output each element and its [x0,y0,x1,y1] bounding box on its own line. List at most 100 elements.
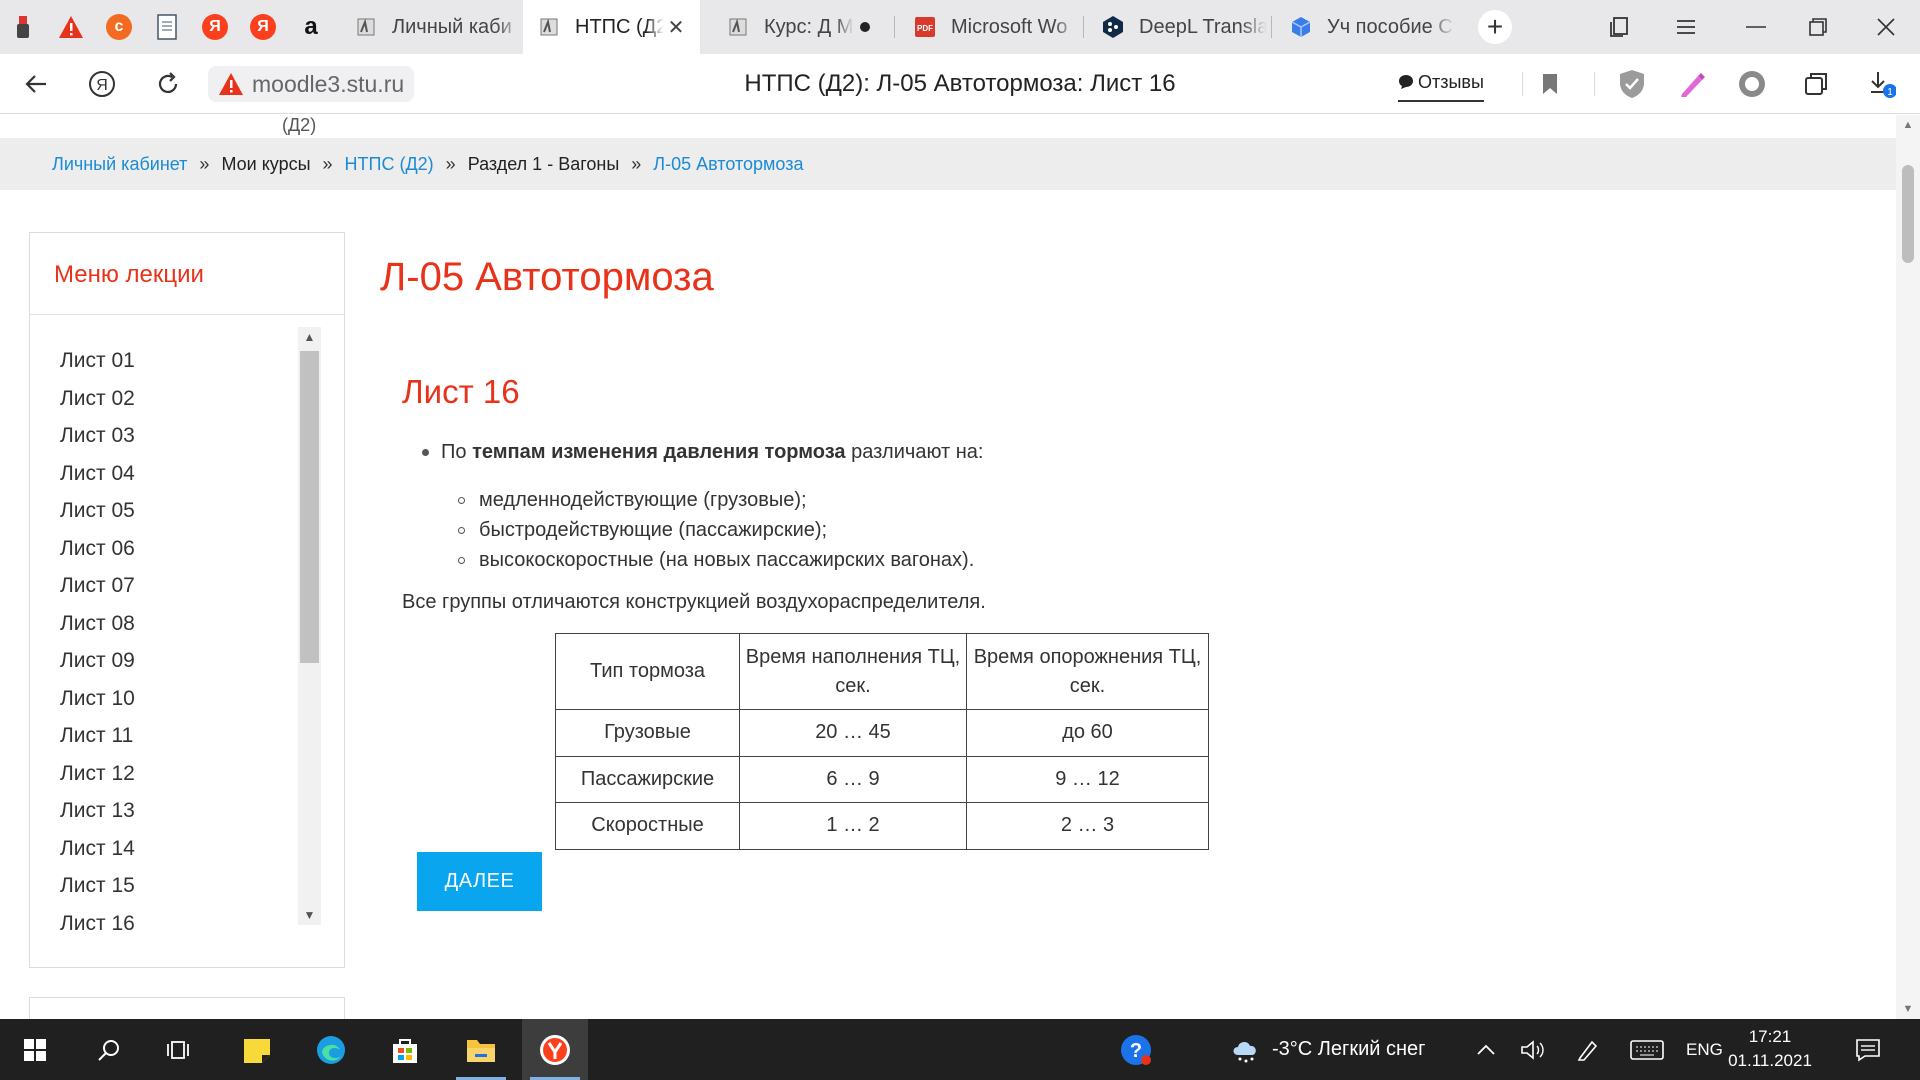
scroll-up-icon[interactable]: ▲ [1896,115,1920,135]
bullet-item: По темпам изменения давления тормоза раз… [420,441,983,464]
page-scrollbar[interactable]: ▲ ▼ [1896,115,1920,1019]
keyboard-icon[interactable] [1630,1019,1664,1080]
menu-item-list-15[interactable]: Лист 15 [60,874,300,912]
sticky-notes-icon[interactable] [224,1019,290,1080]
browser-tab-strip: c Я Я a Личный каби НТПС (Д2) ✕ Курс: Д … [0,0,1920,54]
menu-item-list-16[interactable]: Лист 16 [60,912,300,950]
back-icon[interactable] [16,64,56,104]
yandex-ya-icon[interactable]: Я [198,10,232,44]
breadcrumb-separator: » [445,153,456,174]
browser-toolbar: Я moodle3.stu.ru НТПС (Д2): Л-05 Автотор… [0,54,1920,114]
collections-icon[interactable] [1796,64,1836,104]
restore-icon[interactable] [1788,0,1848,54]
tab-collections-icon[interactable] [1590,0,1650,54]
table-cell: до 60 [966,709,1209,757]
chevron-up-icon[interactable] [1476,1019,1496,1080]
scroll-down-icon[interactable]: ▼ [298,905,321,925]
menu-scrollbar[interactable]: ▲ ▼ [298,327,321,925]
breadcrumb-item[interactable]: Личный кабинет [52,154,187,175]
minimize-icon[interactable] [1726,0,1786,54]
help-icon[interactable]: ? [1118,1019,1154,1080]
tab-kurs[interactable]: Курс: Д Ма [712,0,890,54]
yandex-ya-icon[interactable]: Я [246,10,280,44]
yandex-browser-icon[interactable] [522,1019,588,1080]
language-indicator[interactable]: ENG [1686,1019,1723,1080]
menu-item-list-07[interactable]: Лист 07 [60,574,300,612]
yandex-logo-icon[interactable]: Я [82,64,122,104]
next-button[interactable]: ДАЛЕЕ [417,852,542,911]
pen-workspace-icon[interactable] [1576,1019,1600,1080]
document-icon[interactable] [150,10,184,44]
windows-start-icon[interactable] [2,1019,68,1080]
tab-label: Курс: Д Ма [764,15,854,38]
pen-icon[interactable] [1672,64,1712,104]
unsaved-dot-icon [860,22,870,32]
volume-icon[interactable] [1520,1019,1546,1080]
breadcrumb-item[interactable]: Л-05 Автотормоза [653,154,803,175]
lesson-title: Л-05 Автотормоза [380,255,714,299]
menu-item-list-14[interactable]: Лист 14 [60,837,300,875]
page-heading: Лист 16 [402,373,520,410]
breadcrumb-item: Мои курсы [221,153,311,174]
amazon-icon[interactable]: a [294,10,328,44]
scroll-thumb[interactable] [300,351,319,663]
menu-item-list-12[interactable]: Лист 12 [60,762,300,800]
tab-deepl[interactable]: DeepL Transla [1087,0,1267,54]
reload-icon[interactable] [148,64,188,104]
menu-item-list-10[interactable]: Лист 10 [60,687,300,725]
tab-microsoft-word[interactable]: PDF Microsoft Wo [899,0,1079,54]
tab-ntps-d2[interactable]: НТПС (Д2) ✕ [523,0,700,54]
downloads-badge: 1 [1887,87,1893,98]
weather-text: -3°C Легкий снег [1272,1038,1426,1060]
search-icon[interactable] [76,1019,142,1080]
divider [30,314,344,315]
notifications-icon[interactable] [1855,1019,1881,1080]
speech-bubble-icon [1399,75,1413,89]
alice-icon[interactable] [1732,64,1772,104]
menu-item-list-03[interactable]: Лист 03 [60,424,300,462]
bookmark-icon[interactable] [1530,64,1570,104]
feedback-button[interactable]: Отзывы [1398,66,1484,102]
breadcrumb-item[interactable]: НТПС (Д2) [345,154,434,175]
protect-shield-icon[interactable] [1612,64,1652,104]
table-row: Скоростные 1 … 2 2 … 3 [555,802,1209,850]
bullet-text: различают на: [845,441,984,463]
scroll-down-icon[interactable]: ▼ [1896,999,1920,1019]
feedback-label: Отзывы [1418,71,1484,92]
tab-lichny-kabinet[interactable]: Личный каби [340,0,522,54]
menu-item-list-01[interactable]: Лист 01 [60,349,300,387]
table-cell: Грузовые [555,709,740,757]
downloads-icon[interactable]: 1 [1862,64,1902,104]
weather-widget[interactable]: -3°C Легкий снег [1230,1019,1425,1080]
menu-item-list-13[interactable]: Лист 13 [60,799,300,837]
menu-item-list-11[interactable]: Лист 11 [60,724,300,762]
menu-item-list-02[interactable]: Лист 02 [60,387,300,425]
breadcrumb-separator: » [322,153,333,174]
close-tab-icon[interactable]: ✕ [664,15,688,40]
task-view-icon[interactable] [146,1019,212,1080]
close-window-icon[interactable] [1856,0,1916,54]
warning-triangle-icon[interactable] [54,10,88,44]
clock[interactable]: 17:21 01.11.2021 [1720,1025,1820,1073]
menu-item-list-09[interactable]: Лист 09 [60,649,300,687]
orange-c-icon[interactable]: c [102,10,136,44]
scroll-thumb[interactable] [1902,165,1914,263]
edge-icon[interactable] [298,1019,364,1080]
tab-label: Уч пособие С [1327,15,1453,38]
tab-uch-posobie[interactable]: Уч пособие С [1275,0,1455,54]
menu-item-list-04[interactable]: Лист 04 [60,462,300,500]
store-icon[interactable] [372,1019,438,1080]
breadcrumb-separator: » [631,153,642,174]
scroll-up-icon[interactable]: ▲ [298,327,321,347]
file-explorer-icon[interactable] [448,1019,514,1080]
yandex-bar-icon[interactable] [6,10,40,44]
url-text: moodle3.stu.ru [252,70,405,97]
menu-icon[interactable] [1656,0,1716,54]
new-tab-button[interactable]: + [1478,10,1512,44]
address-bar[interactable]: moodle3.stu.ru [208,66,415,102]
menu-item-list-06[interactable]: Лист 06 [60,537,300,575]
menu-item-list-08[interactable]: Лист 08 [60,612,300,650]
sub-list: медленнодействующие (грузовые); быстроде… [458,487,974,577]
table-cell: 1 … 2 [739,802,967,850]
menu-item-list-05[interactable]: Лист 05 [60,499,300,537]
